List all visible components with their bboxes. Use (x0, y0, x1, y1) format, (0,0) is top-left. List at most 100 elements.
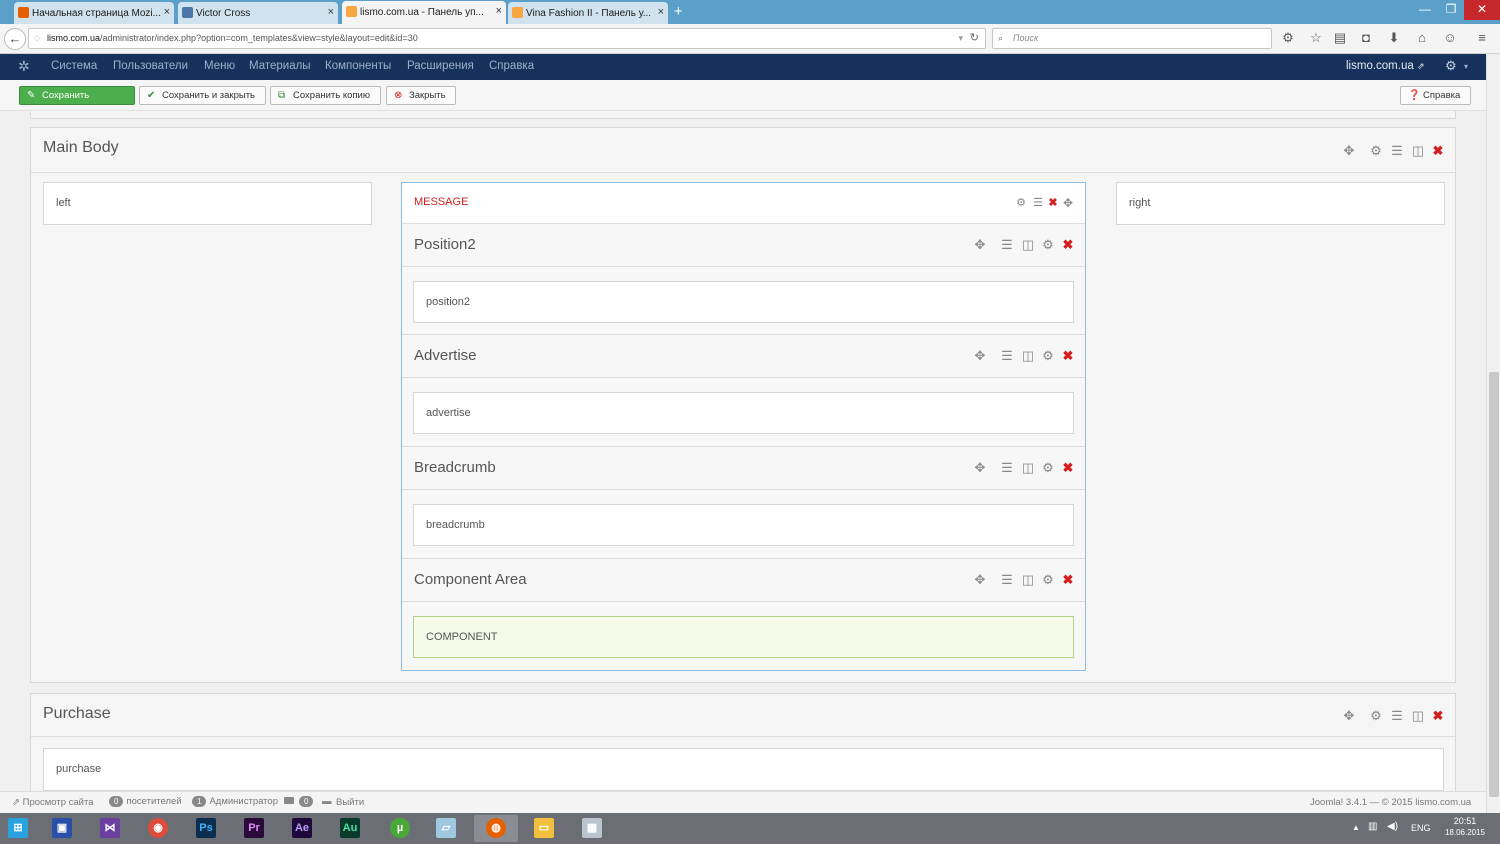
list-icon[interactable]: ☰ (999, 348, 1015, 364)
columns-icon[interactable]: ◫ (1410, 143, 1426, 159)
chrome-icon[interactable]: ◉ (136, 815, 180, 842)
columns-icon[interactable]: ◫ (1020, 460, 1036, 476)
columns-icon[interactable]: ◫ (1020, 348, 1036, 364)
menu-item-help[interactable]: Справка (489, 60, 534, 72)
scrollbar-thumb[interactable] (1489, 372, 1499, 797)
module-position-purchase[interactable]: purchase (43, 748, 1444, 791)
reload-icon[interactable]: ↻ (970, 29, 979, 48)
clipboard-icon[interactable]: ▤ (1332, 30, 1348, 46)
premiere-icon[interactable]: Pr (232, 815, 276, 842)
move-icon[interactable]: ✥ (972, 460, 988, 476)
gear-icon[interactable]: ⚙ (1040, 460, 1056, 476)
view-site-link[interactable]: ⇗ Просмотр сайта (12, 797, 94, 808)
minimize-icon[interactable]: — (1414, 0, 1436, 20)
hamburger-menu-icon[interactable]: ≡ (1474, 30, 1490, 46)
home-icon[interactable]: ⌂ (1414, 30, 1430, 46)
menu-item-system[interactable]: Система (51, 60, 97, 72)
url-bar[interactable]: ◌ lismo.com.ua/administrator/index.php?o… (28, 28, 986, 49)
list-icon[interactable]: ☰ (999, 237, 1015, 253)
vertical-scrollbar[interactable] (1486, 54, 1500, 813)
columns-icon[interactable]: ◫ (1020, 572, 1036, 588)
save-close-button[interactable]: ✔ Сохранить и закрыть (139, 86, 266, 105)
list-icon[interactable]: ☰ (1389, 143, 1405, 159)
new-tab-button[interactable]: + (674, 3, 683, 20)
floppy-app-icon[interactable]: ▣ (40, 815, 84, 842)
menu-item-extensions[interactable]: Расширения (407, 60, 474, 72)
audition-icon[interactable]: Au (328, 815, 372, 842)
addon-icon[interactable]: ⚙ (1280, 30, 1296, 46)
mail-icon[interactable] (284, 797, 294, 804)
move-icon[interactable]: ✥ (1341, 143, 1357, 159)
firefox-taskbar-icon[interactable]: ◍ (474, 815, 518, 842)
download-icon[interactable]: ⬇ (1386, 30, 1402, 46)
gear-icon[interactable]: ⚙ (1040, 237, 1056, 253)
module-position-left[interactable]: left (43, 182, 372, 225)
move-icon[interactable]: ✥ (972, 348, 988, 364)
browser-tab[interactable]: Victor Cross × (178, 2, 338, 24)
columns-icon[interactable]: ◫ (1410, 708, 1426, 724)
gear-icon[interactable]: ⚙ (1013, 195, 1029, 211)
language-indicator[interactable]: ENG (1411, 823, 1431, 833)
network-icon[interactable]: ▥ (1368, 821, 1377, 832)
move-icon[interactable]: ✥ (1341, 708, 1357, 724)
browser-tab[interactable]: Начальная страница Mozi... × (14, 2, 174, 24)
clock[interactable]: 20:51 18.06.2015 (1443, 816, 1487, 837)
move-icon[interactable]: ✥ (1060, 195, 1076, 211)
delete-icon[interactable]: ✖ (1430, 143, 1446, 159)
user-settings-icon[interactable]: ⚙ (1445, 58, 1457, 74)
delete-icon[interactable]: ✖ (1430, 708, 1446, 724)
windows-start-icon[interactable]: ⊞ (0, 815, 36, 842)
list-icon[interactable]: ☰ (1030, 195, 1046, 211)
joomla-logo-icon[interactable]: ✲ (18, 58, 30, 75)
close-tab-icon[interactable]: × (328, 6, 334, 18)
messages-counter[interactable]: 0 (296, 796, 316, 807)
window-close-icon[interactable]: ✕ (1464, 0, 1500, 20)
module-position-breadcrumb[interactable]: breadcrumb (413, 504, 1074, 546)
chevron-down-icon[interactable]: ▾ (1464, 62, 1468, 71)
menu-item-components[interactable]: Компоненты (325, 60, 391, 72)
close-tab-icon[interactable]: × (658, 6, 664, 18)
gear-icon[interactable]: ⚙ (1368, 708, 1384, 724)
gear-icon[interactable]: ⚙ (1040, 348, 1056, 364)
delete-icon[interactable]: ✖ (1060, 348, 1076, 364)
close-tab-icon[interactable]: × (496, 5, 502, 17)
move-icon[interactable]: ✥ (972, 237, 988, 253)
module-position-right[interactable]: right (1116, 182, 1445, 225)
menu-item-users[interactable]: Пользователи (113, 60, 188, 72)
module-position-advertise[interactable]: advertise (413, 392, 1074, 434)
module-position-position2[interactable]: position2 (413, 281, 1074, 323)
menu-item-menus[interactable]: Меню (204, 60, 235, 72)
pocket-icon[interactable]: ◘ (1358, 30, 1374, 46)
utorrent-icon[interactable]: µ (378, 815, 422, 842)
move-icon[interactable]: ✥ (972, 572, 988, 588)
list-icon[interactable]: ☰ (999, 572, 1015, 588)
delete-icon[interactable]: ✖ (1060, 460, 1076, 476)
visual-studio-icon[interactable]: ⋈ (88, 815, 132, 842)
logout-link[interactable]: Выйти (336, 797, 364, 808)
gear-icon[interactable]: ⚙ (1368, 143, 1384, 159)
columns-icon[interactable]: ◫ (1020, 237, 1036, 253)
tray-arrow-icon[interactable]: ▲ (1352, 823, 1360, 832)
list-icon[interactable]: ☰ (999, 460, 1015, 476)
chat-icon[interactable]: ☺ (1442, 30, 1458, 46)
image-viewer-icon[interactable]: ▦ (570, 815, 614, 842)
delete-icon[interactable]: ✖ (1045, 195, 1061, 211)
back-icon[interactable]: ← (4, 28, 26, 50)
browser-tab-active[interactable]: lismo.com.ua - Панель уп... × (342, 1, 506, 24)
save-copy-button[interactable]: ⧉ Сохранить копию (270, 86, 381, 105)
site-link[interactable]: lismo.com.ua ⇗ (1346, 60, 1425, 72)
photoshop-icon[interactable]: Ps (184, 815, 228, 842)
list-icon[interactable]: ☰ (1389, 708, 1405, 724)
after-effects-icon[interactable]: Ae (280, 815, 324, 842)
dropdown-icon[interactable]: ▾ (958, 29, 963, 48)
close-button[interactable]: ⊗ Закрыть (386, 86, 456, 105)
menu-item-content[interactable]: Материалы (249, 60, 311, 72)
volume-icon[interactable]: ◀) (1387, 821, 1398, 832)
browser-tab[interactable]: Vina Fashion II - Панель у... × (508, 2, 668, 24)
component-block[interactable]: COMPONENT (413, 616, 1074, 658)
notes-app-icon[interactable]: ▱ (424, 815, 468, 842)
explorer-icon[interactable]: ▭ (522, 815, 566, 842)
restore-icon[interactable]: ❐ (1440, 0, 1462, 20)
help-button[interactable]: ❓ Справка (1400, 86, 1471, 105)
search-input[interactable]: ⌕ Поиск (992, 28, 1272, 49)
